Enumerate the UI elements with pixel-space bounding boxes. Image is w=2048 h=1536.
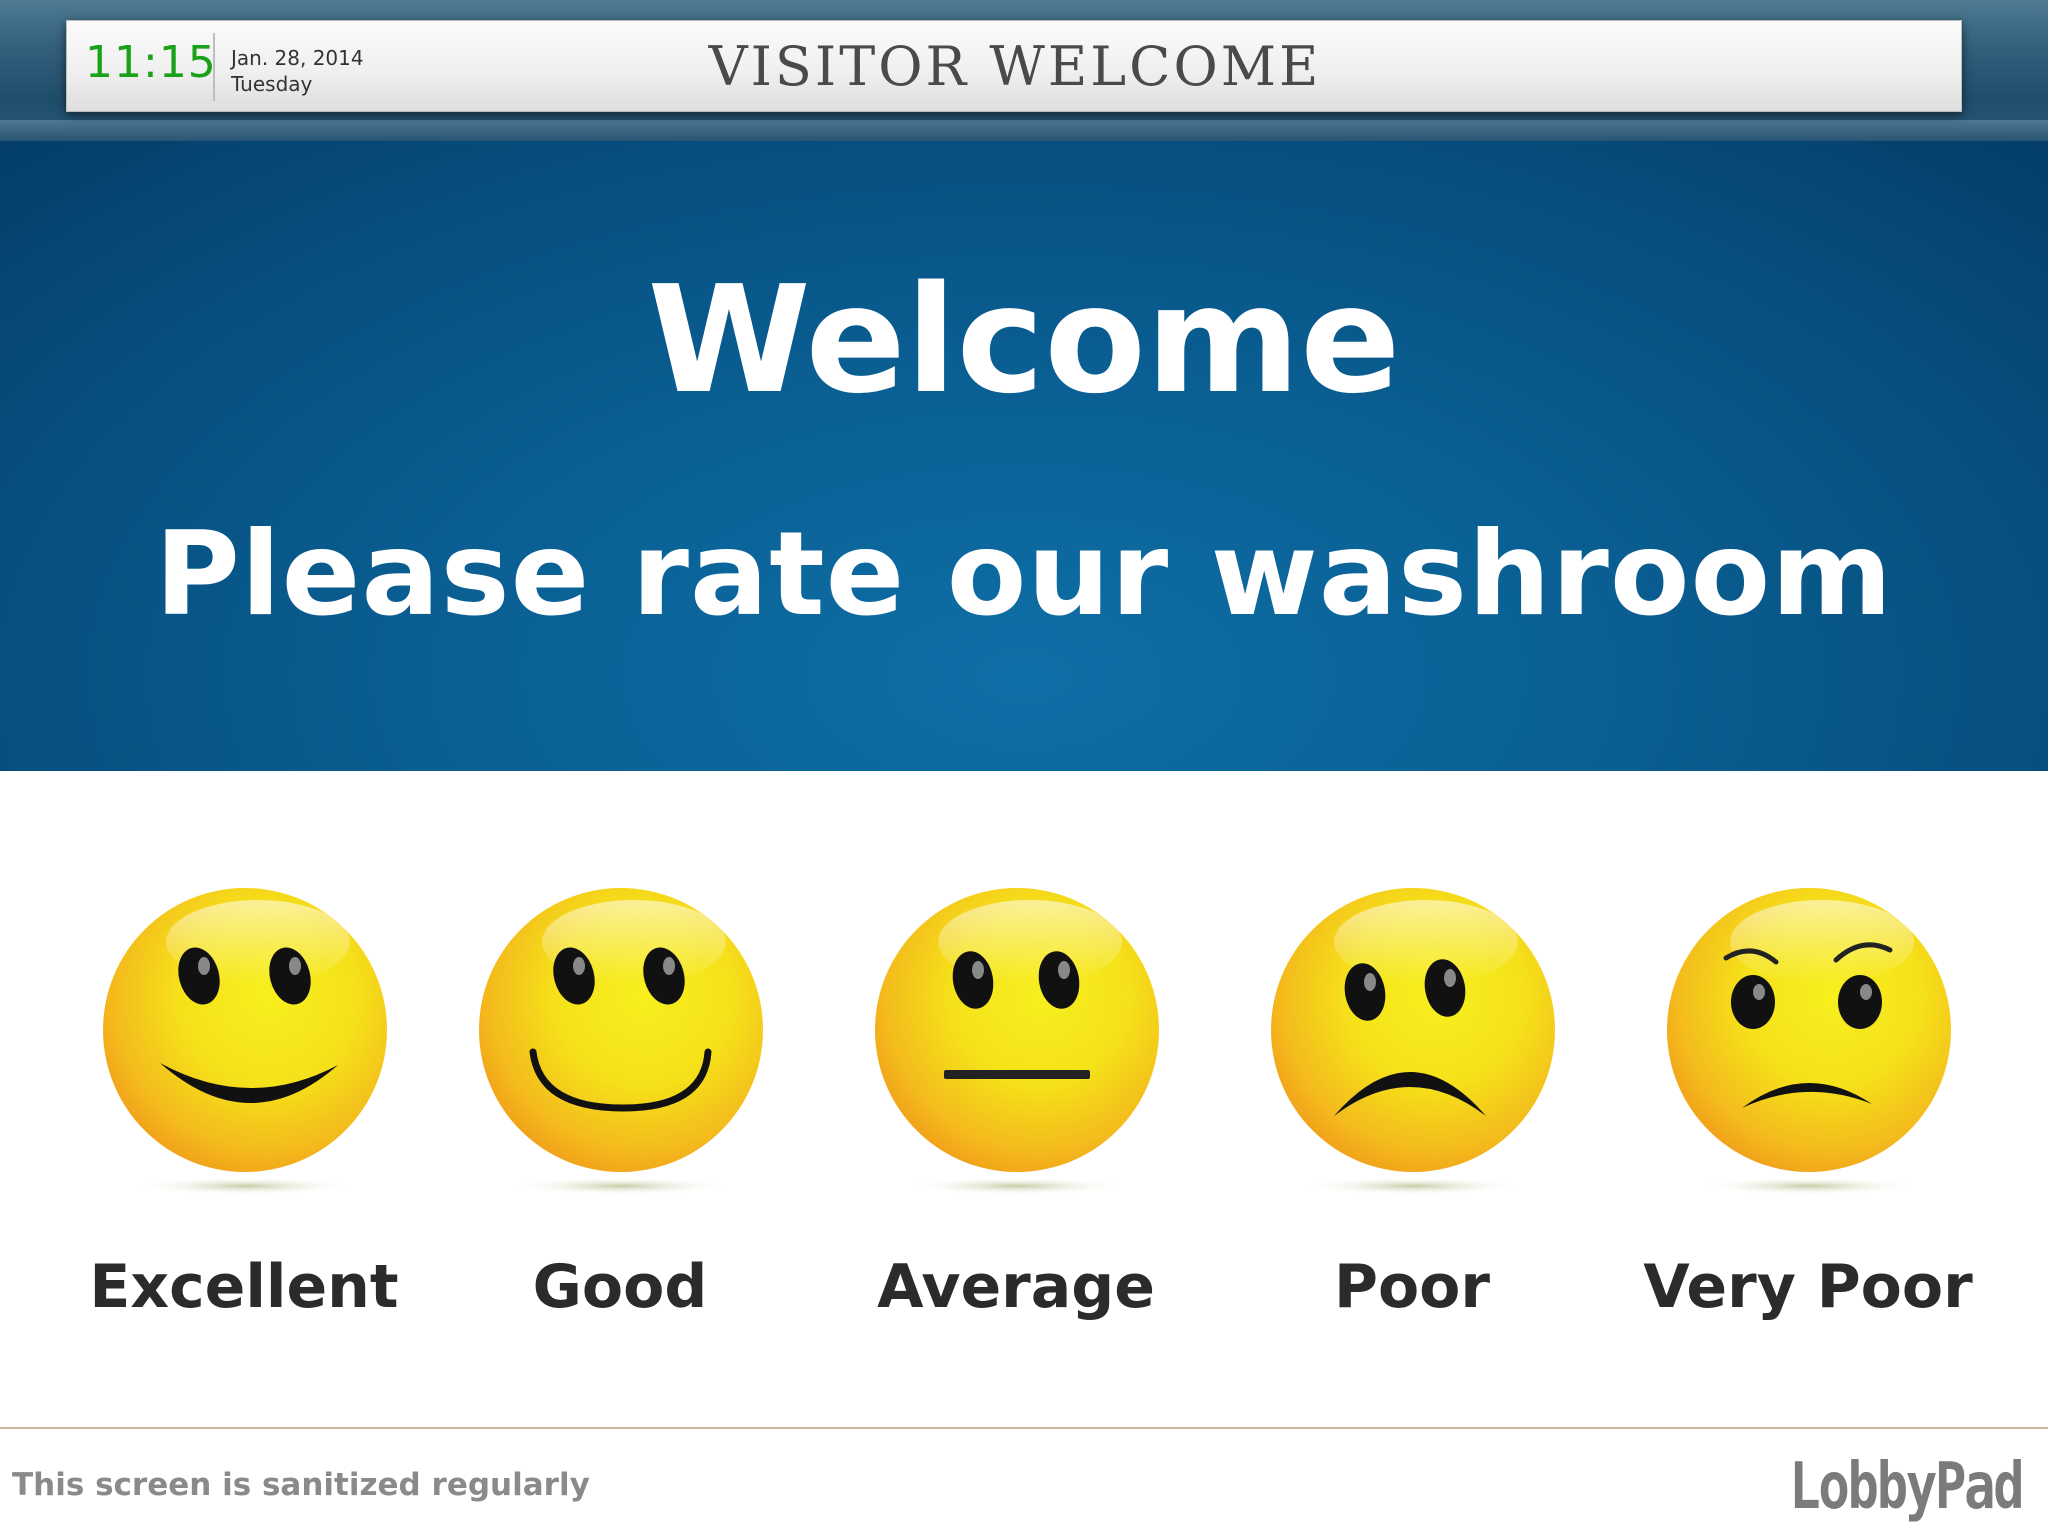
angry-face-icon — [1667, 888, 1951, 1195]
rating-average-button[interactable]: Average — [846, 880, 1186, 1350]
sanitized-notice: This screen is sanitized regularly — [12, 1467, 590, 1503]
rating-excellent-button[interactable]: Excellent — [74, 880, 414, 1350]
smiling-face-icon — [479, 888, 763, 1195]
lobbypad-logo: LobbyPad — [1788, 1450, 2025, 1524]
header-title: VISITOR WELCOME — [708, 35, 1322, 98]
rating-very-poor-button[interactable]: Very Poor — [1638, 880, 1978, 1350]
header-bar: 11:15 Jan. 28, 2014 Tuesday VISITOR WELC… — [66, 20, 1962, 112]
rating-good-button[interactable]: Good — [450, 880, 790, 1350]
rating-label: Average — [877, 1252, 1155, 1322]
rating-poor-button[interactable]: Poor — [1242, 880, 1582, 1350]
rating-label: Excellent — [89, 1252, 399, 1322]
frowning-face-icon — [1271, 888, 1555, 1195]
neutral-face-icon — [875, 888, 1159, 1195]
footer-divider — [0, 1427, 2048, 1429]
welcome-heading: Welcome — [647, 254, 1401, 426]
rating-label: Very Poor — [1643, 1252, 1973, 1322]
rating-prompt: Please rate our washroom — [154, 507, 1894, 642]
grinning-face-icon — [103, 888, 387, 1195]
rating-label: Poor — [1333, 1252, 1490, 1322]
rating-label: Good — [532, 1252, 708, 1322]
hero-banner — [0, 141, 2048, 771]
